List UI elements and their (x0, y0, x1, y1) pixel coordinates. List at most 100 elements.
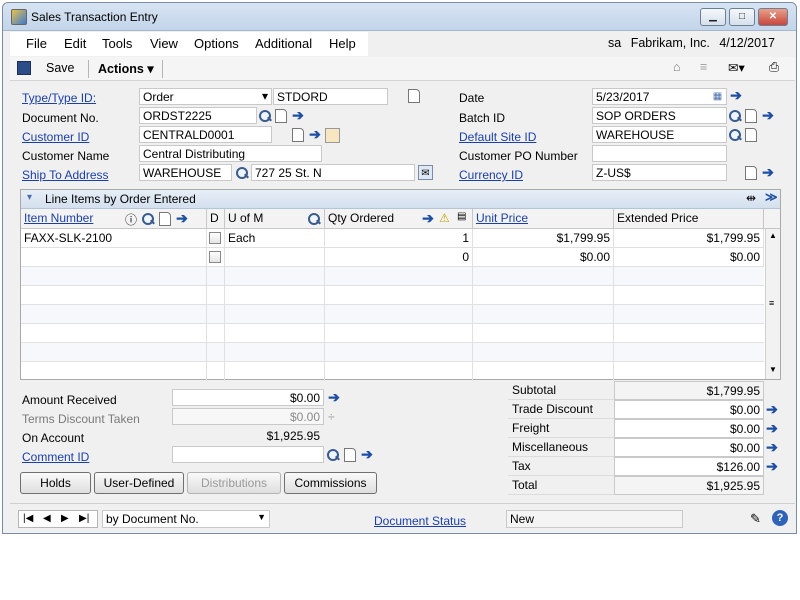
table-row[interactable] (21, 362, 764, 381)
currency-field[interactable]: Z-US$ (592, 164, 727, 181)
customer-name-field[interactable]: Central Distributing (139, 145, 322, 162)
save-button[interactable]: Save (46, 61, 75, 75)
item-lookup-icon[interactable] (141, 212, 155, 226)
comment-expand-icon[interactable]: ➔ (360, 447, 374, 462)
scroll-down-icon[interactable]: ▼ (769, 365, 777, 374)
scroll-up-icon[interactable]: ▲ (769, 231, 777, 240)
list-icon[interactable]: ≡ (700, 60, 707, 74)
ship-to-address-field[interactable]: 727 25 St. N (251, 164, 415, 181)
po-field[interactable] (592, 145, 727, 162)
note-icon[interactable]: ✎ (750, 511, 761, 527)
comment-label[interactable]: Comment ID (22, 450, 89, 464)
row-qty[interactable]: 0 (325, 248, 473, 267)
comment-field[interactable] (172, 446, 324, 463)
user-defined-button[interactable]: User-Defined (94, 472, 184, 494)
next-record-icon[interactable]: ▶ (61, 511, 69, 527)
row-unit-price[interactable]: $1,799.95 (473, 229, 614, 248)
actions-button[interactable]: Actions ▾ (98, 61, 154, 76)
last-record-icon[interactable]: ▶| (79, 511, 89, 527)
col-item-number[interactable]: Item Number ⓘ ➔ (21, 209, 207, 229)
trade-discount-field[interactable]: $0.00 (614, 400, 764, 419)
site-lookup-icon[interactable] (728, 128, 742, 142)
grid-scrollbar[interactable]: ▲ ≡ ▼ (765, 229, 780, 379)
row-extended-price[interactable]: $0.00 (614, 248, 764, 267)
menu-edit[interactable]: Edit (64, 36, 86, 51)
warning-icon[interactable]: ⚠ (439, 211, 450, 225)
close-button[interactable]: ✕ (758, 8, 788, 26)
ship-to-lookup-icon[interactable] (235, 166, 249, 180)
docno-lookup-icon[interactable] (258, 109, 272, 123)
minimize-button[interactable]: ▁ (700, 8, 726, 26)
batch-expand-icon[interactable]: ➔ (761, 108, 775, 123)
misc-expand-icon[interactable]: ➔ (765, 440, 779, 455)
date-expand-icon[interactable]: ➔ (729, 88, 743, 103)
comment-lookup-icon[interactable] (326, 448, 340, 462)
menu-tools[interactable]: Tools (102, 36, 132, 51)
row-qty[interactable]: 1 (325, 229, 473, 248)
row-uom[interactable] (225, 248, 325, 267)
expand-rows-icon[interactable]: ≫ (765, 190, 778, 204)
previous-record-icon[interactable]: ◀ (43, 511, 51, 527)
docno-field[interactable]: ORDST2225 (139, 107, 257, 124)
row-item-number[interactable] (21, 248, 207, 267)
batch-field[interactable]: SOP ORDERS (592, 107, 727, 124)
save-icon[interactable] (17, 61, 31, 75)
date-field[interactable]: 5/23/2017 (592, 88, 727, 105)
batch-lookup-icon[interactable] (728, 109, 742, 123)
help-icon[interactable]: ? (772, 510, 788, 526)
type-label[interactable]: Type/Type ID: (22, 91, 96, 105)
customer-new-icon[interactable] (292, 128, 304, 142)
maximize-button[interactable]: □ (729, 8, 755, 26)
table-row[interactable] (21, 343, 764, 362)
amount-received-expand-icon[interactable]: ➔ (327, 390, 341, 405)
holds-button[interactable]: Holds (20, 472, 91, 494)
customer-id-label[interactable]: Customer ID (22, 130, 89, 144)
info-icon[interactable]: ⓘ (125, 211, 137, 228)
misc-field[interactable]: $0.00 (614, 438, 764, 457)
trade-discount-expand-icon[interactable]: ➔ (765, 402, 779, 417)
currency-label[interactable]: Currency ID (459, 168, 523, 182)
ship-to-label[interactable]: Ship To Address (22, 168, 109, 182)
amount-received-field[interactable]: $0.00 (172, 389, 324, 406)
collapse-icon[interactable]: ▾ (27, 192, 32, 203)
column-options-icon[interactable]: ⇹ (746, 191, 756, 205)
sort-select[interactable]: by Document No. ▼ (102, 510, 270, 528)
ship-to-id-field[interactable]: WAREHOUSE (139, 164, 232, 181)
row-unit-price[interactable]: $0.00 (473, 248, 614, 267)
currency-new-icon[interactable] (745, 166, 757, 180)
table-row[interactable] (21, 305, 764, 324)
new-type-icon[interactable] (408, 89, 420, 103)
commissions-button[interactable]: Commissions (284, 472, 377, 494)
menu-options[interactable]: Options (194, 36, 239, 51)
type-select[interactable]: Order ▾ (139, 88, 272, 105)
document-status-link[interactable]: Document Status (374, 514, 466, 528)
calc-icon[interactable]: ▤ (457, 211, 466, 222)
currency-expand-icon[interactable]: ➔ (761, 165, 775, 180)
uom-lookup-icon[interactable] (307, 212, 321, 226)
table-row[interactable]: 0 $0.00 $0.00 (21, 248, 764, 267)
site-label[interactable]: Default Site ID (459, 130, 536, 144)
table-row[interactable]: FAXX-SLK-2100 Each 1 $1,799.95 $1,799.95 (21, 229, 764, 248)
scroll-thumb-icon[interactable]: ≡ (769, 298, 774, 308)
first-record-icon[interactable]: |◀ (23, 511, 33, 527)
table-row[interactable] (21, 324, 764, 343)
freight-expand-icon[interactable]: ➔ (765, 421, 779, 436)
item-new-icon[interactable] (159, 212, 171, 226)
table-row[interactable] (21, 267, 764, 286)
row-item-number[interactable]: FAXX-SLK-2100 (21, 229, 207, 248)
menu-help[interactable]: Help (329, 36, 356, 51)
tax-expand-icon[interactable]: ➔ (765, 459, 779, 474)
customer-expand-icon[interactable]: ➔ (308, 127, 322, 142)
row-uom[interactable]: Each (225, 229, 325, 248)
print-icon[interactable]: ⎙ (769, 60, 779, 75)
calendar-icon[interactable]: ▦ (710, 89, 725, 104)
home-icon[interactable]: ⌂ (673, 60, 681, 74)
row-d-checkbox[interactable] (209, 251, 221, 263)
row-extended-price[interactable]: $1,799.95 (614, 229, 764, 248)
table-row[interactable] (21, 286, 764, 305)
address-edit-icon[interactable]: ✉ (418, 165, 433, 180)
tax-field[interactable]: $126.00 (614, 457, 764, 476)
qty-expand-icon[interactable]: ➔ (421, 211, 435, 226)
customer-inquiry-icon[interactable] (325, 128, 340, 143)
docno-expand-icon[interactable]: ➔ (291, 108, 305, 123)
